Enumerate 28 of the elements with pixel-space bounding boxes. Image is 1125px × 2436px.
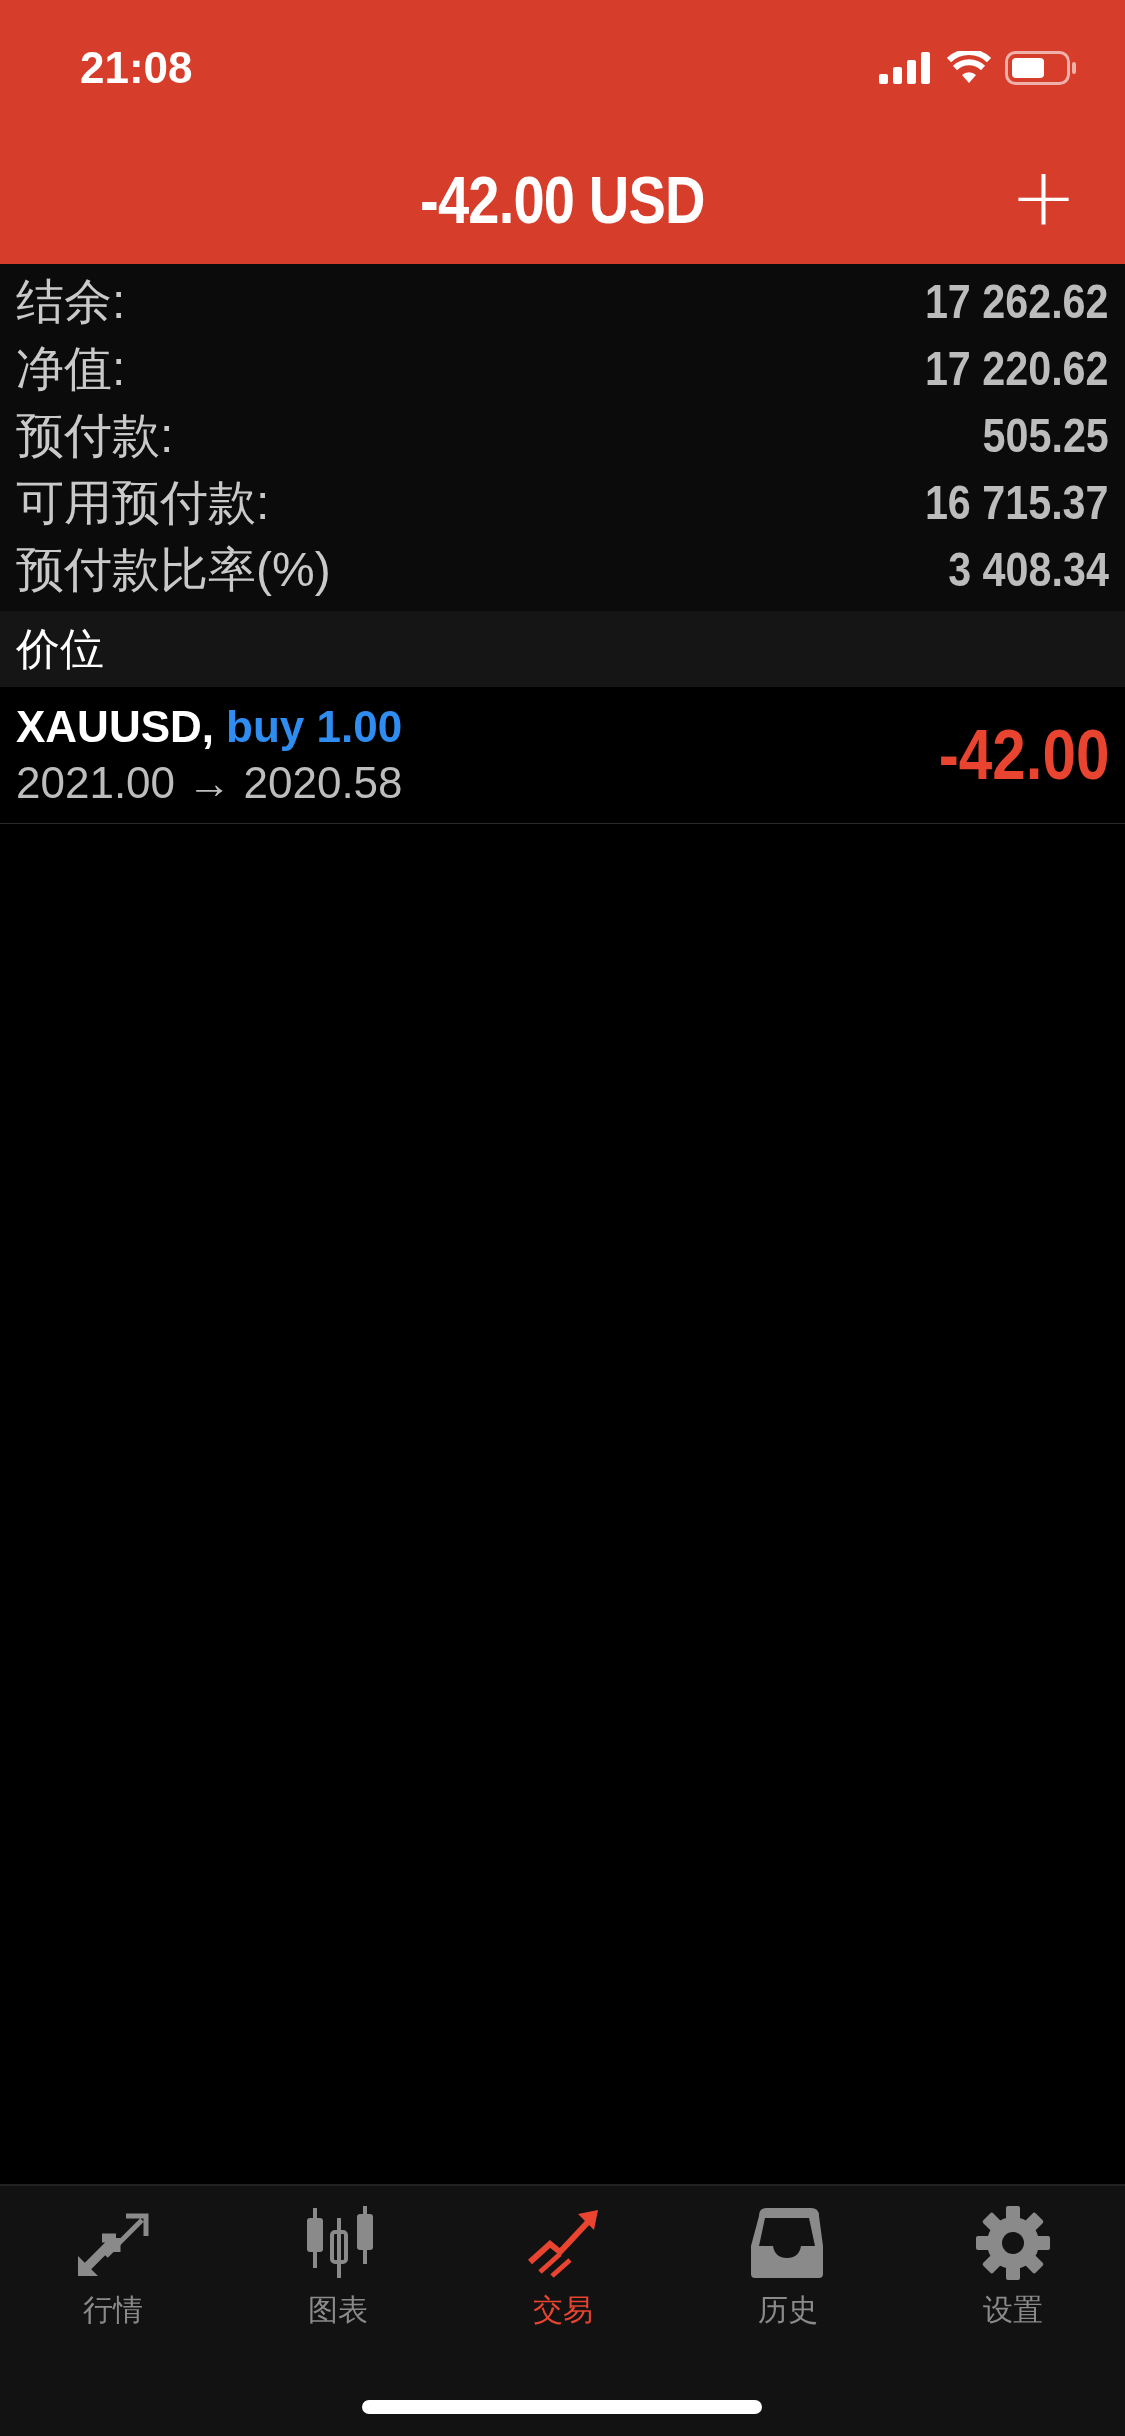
order-volume: buy 1.00 bbox=[226, 702, 403, 752]
tab-button[interactable]: 行情 bbox=[0, 2206, 225, 2331]
symbol-name: XAUUSD, bbox=[16, 702, 215, 752]
summary-value: 17 262.62 bbox=[925, 274, 1109, 329]
summary-value: 505.25 bbox=[982, 408, 1109, 463]
profit-value: -42.00 bbox=[938, 715, 1109, 795]
signal-icon bbox=[879, 51, 933, 84]
tab-button[interactable]: 设置 bbox=[900, 2206, 1125, 2331]
summary-value: 16 715.37 bbox=[925, 475, 1109, 530]
summary-value: 17 220.62 bbox=[925, 341, 1109, 396]
settings-icon bbox=[975, 2206, 1050, 2280]
header-title: -42.00 USD bbox=[420, 161, 705, 238]
price-change: 2021.00 → 2020.58 bbox=[16, 758, 403, 808]
add-button[interactable]: + bbox=[1009, 163, 1077, 233]
summary-label: 预付款比率(%) bbox=[16, 541, 331, 598]
tab-button[interactable]: 图表 bbox=[225, 2206, 450, 2331]
summary-label: 净值: bbox=[16, 340, 126, 397]
summary-value: 3 408.34 bbox=[948, 542, 1109, 597]
battery-icon bbox=[1005, 50, 1077, 85]
summary-label: 可用预付款: bbox=[16, 474, 270, 531]
tab-button[interactable]: 交易 bbox=[450, 2206, 675, 2331]
summary-label: 结余: bbox=[16, 273, 126, 330]
tab-button[interactable]: 历史 bbox=[675, 2206, 900, 2331]
summary-label: 预付款: bbox=[16, 407, 174, 464]
inbox-icon bbox=[750, 2206, 825, 2280]
wifi-icon bbox=[947, 50, 991, 85]
section-title: 价位 bbox=[16, 622, 104, 675]
clock-time: 21:08 bbox=[80, 42, 193, 93]
